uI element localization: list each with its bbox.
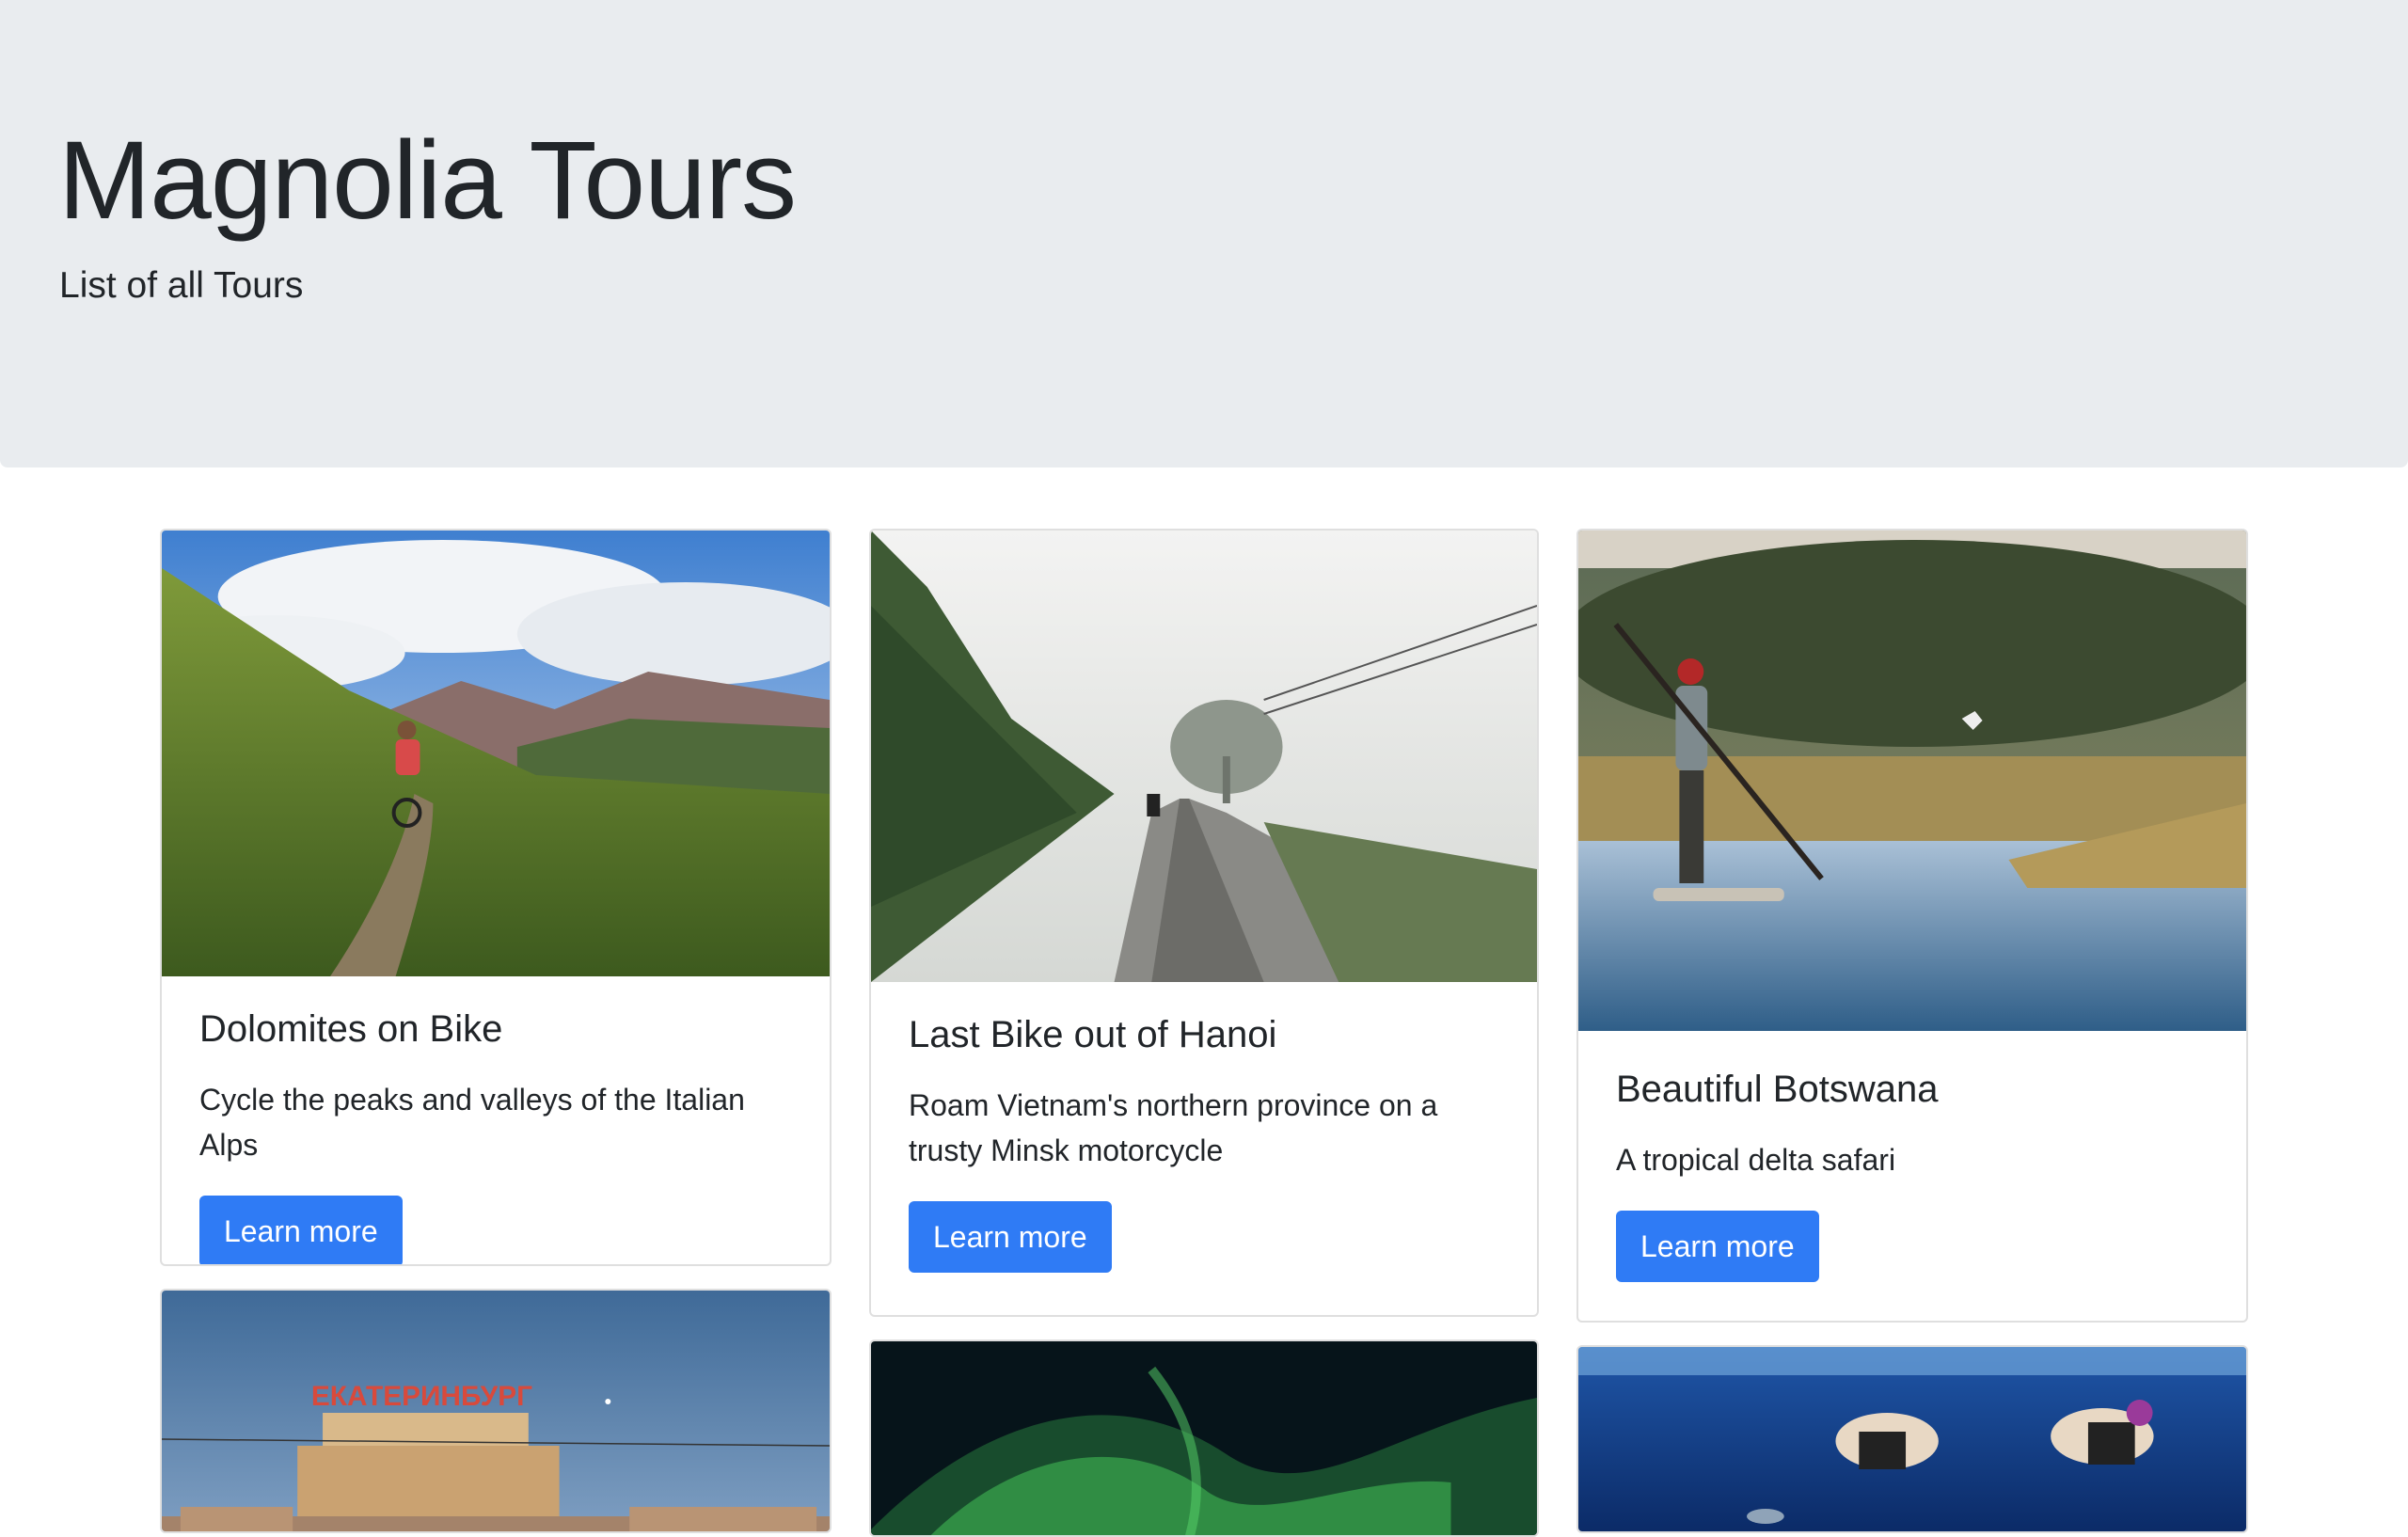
station-sign: ЕКАТЕРИНБУРГ xyxy=(311,1381,532,1412)
tour-description: A tropical delta safari xyxy=(1616,1143,1896,1177)
tour-description: Roam Vietnam's northern province on a tr… xyxy=(909,1088,1438,1167)
learn-more-button[interactable]: Learn more xyxy=(199,1196,403,1264)
tour-card-dolomites: Dolomites on Bike Cycle the peaks and va… xyxy=(160,529,832,1266)
tour-card-aurora xyxy=(869,1339,1539,1537)
northern-lights-photo xyxy=(871,1341,1537,1535)
snorkelers-underwater-photo xyxy=(1578,1347,2246,1531)
mountain-biker-valley-photo xyxy=(162,531,830,976)
tour-card-snorkel xyxy=(1576,1345,2248,1533)
tour-title: Dolomites on Bike xyxy=(199,1008,503,1050)
yekaterinburg-station-photo: ЕКАТЕРИНБУРГ xyxy=(162,1291,830,1531)
learn-more-button[interactable]: Learn more xyxy=(909,1201,1112,1273)
jumbotron-header: Magnolia Tours List of all Tours xyxy=(0,0,2408,467)
tour-description: Cycle the peaks and valleys of the Itali… xyxy=(199,1083,745,1162)
page-title: Magnolia Tours xyxy=(58,119,797,243)
tour-title: Beautiful Botswana xyxy=(1616,1069,1939,1110)
learn-more-button[interactable]: Learn more xyxy=(1616,1211,1819,1282)
page-subtitle: List of all Tours xyxy=(59,265,304,306)
tour-card-yekaterinburg: ЕКАТЕРИНБУРГ xyxy=(160,1289,832,1533)
delta-boatman-photo xyxy=(1578,531,2246,1031)
tour-card-hanoi: Last Bike out of Hanoi Roam Vietnam's no… xyxy=(869,529,1539,1317)
foggy-road-motorcycle-photo xyxy=(871,531,1537,982)
tour-card-botswana: Beautiful Botswana A tropical delta safa… xyxy=(1576,529,2248,1323)
tour-title: Last Bike out of Hanoi xyxy=(909,1014,1277,1055)
